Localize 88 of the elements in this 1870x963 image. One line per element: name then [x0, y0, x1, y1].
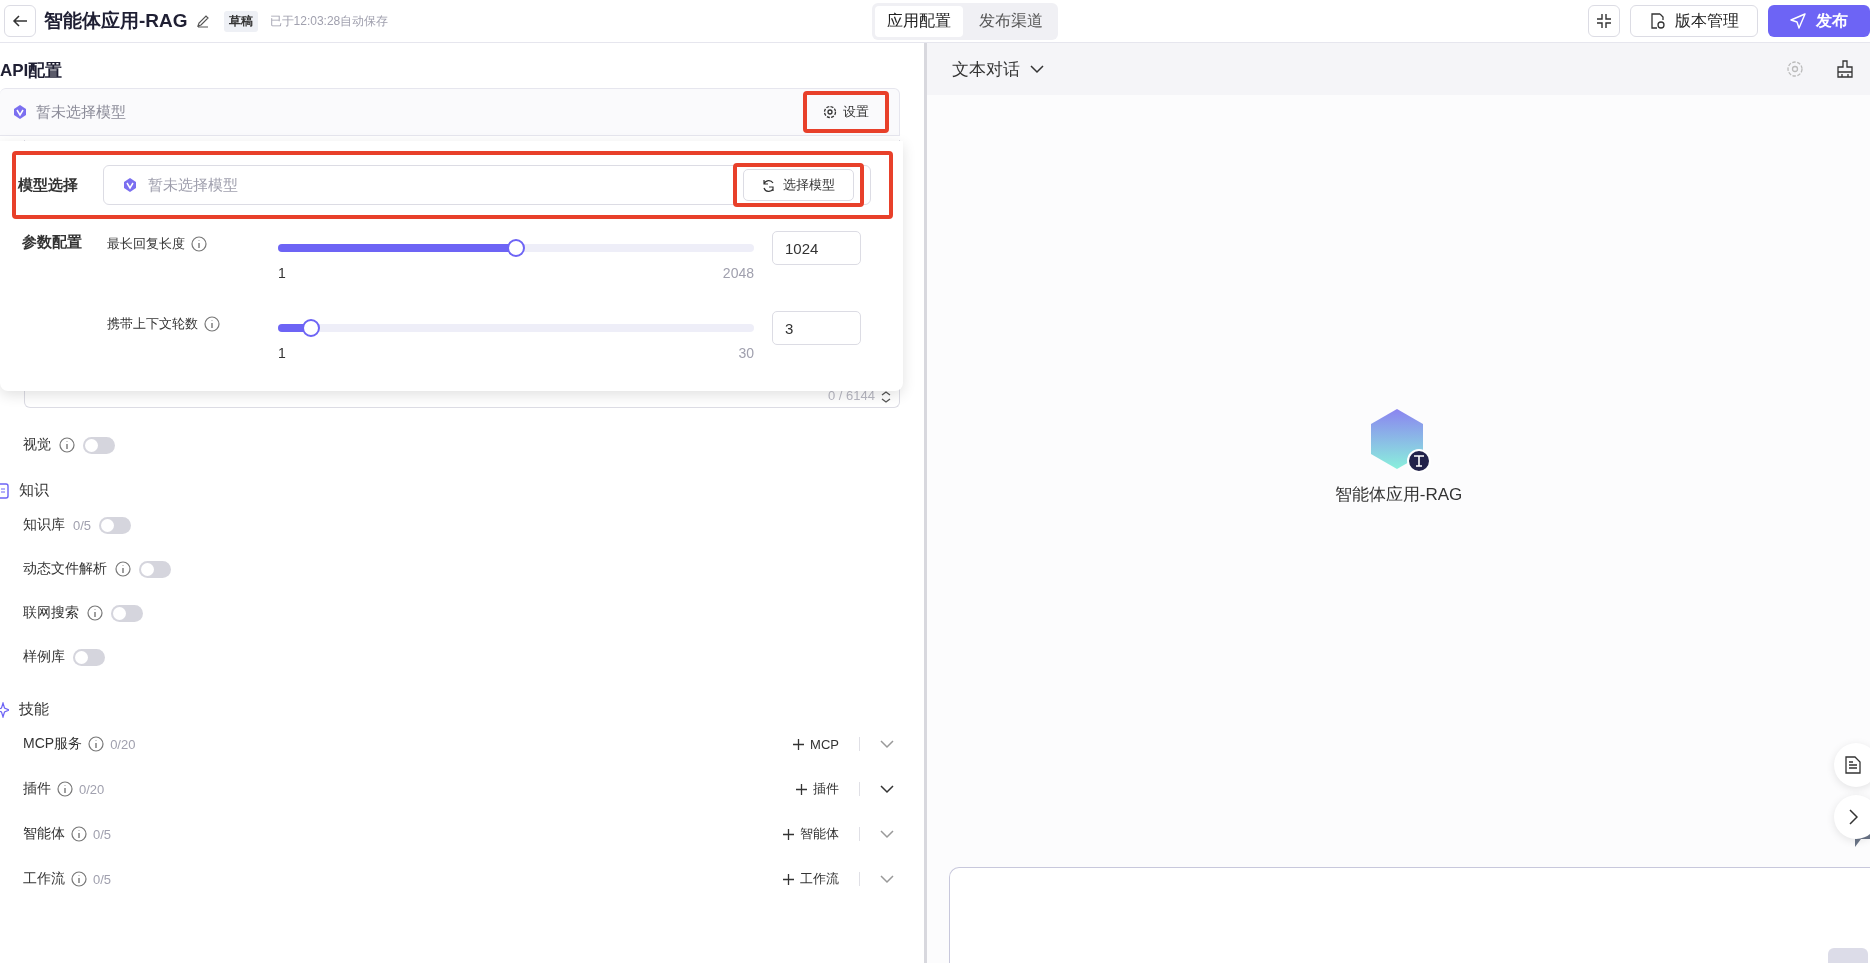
count-label: 0/5: [93, 871, 112, 887]
document-clock-icon: [1649, 13, 1665, 29]
version-management-button[interactable]: 版本管理: [1630, 5, 1758, 37]
slider-track[interactable]: [278, 244, 754, 252]
skill-label: 插件: [23, 780, 51, 798]
toggle-switch[interactable]: [111, 604, 143, 622]
settings-icon: [823, 105, 837, 119]
model-select-field[interactable]: 暂未选择模型 选择模型: [103, 165, 871, 205]
slider-thumb[interactable]: [507, 239, 525, 257]
number-input[interactable]: 3: [772, 311, 861, 345]
mode-dropdown[interactable]: 文本对话: [952, 57, 1020, 81]
chevron-down-icon[interactable]: [880, 784, 894, 794]
info-icon: [57, 781, 73, 797]
tab[interactable]: 应用配置: [875, 5, 964, 37]
slider-thumb[interactable]: [302, 319, 321, 337]
model-logo-icon: [122, 177, 138, 193]
slider-label: 最长回复长度: [107, 235, 185, 253]
field-label: 参数配置: [22, 232, 83, 252]
document-icon: [1845, 756, 1861, 774]
toggle-label: 视觉: [23, 436, 51, 454]
info-icon: [71, 871, 87, 887]
app-title: 智能体应用-RAG: [44, 9, 188, 33]
count-label: 0/20: [110, 736, 136, 752]
chat-input[interactable]: [949, 867, 1870, 963]
edit-icon[interactable]: [195, 14, 210, 28]
slider-label: 携带上下文轮数: [107, 315, 198, 333]
count-label: 0/20: [79, 781, 105, 797]
model-select-field[interactable]: 暂未选择模型 设置: [0, 88, 900, 136]
toggle-label: 动态文件解析: [23, 560, 107, 578]
section-heading: 技能: [19, 700, 49, 719]
add-button[interactable]: MCP: [793, 736, 839, 752]
slider-min: 1: [278, 345, 286, 361]
info-icon: [191, 236, 207, 252]
status-badge: 草稿: [223, 10, 258, 32]
book-icon: [0, 482, 9, 499]
skill-label: MCP服务: [23, 735, 83, 753]
toggle-switch[interactable]: [83, 436, 115, 454]
add-button[interactable]: 智能体: [783, 825, 839, 843]
plus-icon: [783, 828, 794, 840]
info-icon: [88, 736, 105, 752]
select-model-button[interactable]: 选择模型: [743, 169, 854, 201]
toggle-label: 联网搜索: [23, 604, 79, 622]
collapse-icon: [1596, 13, 1612, 29]
broom-icon[interactable]: [1836, 60, 1854, 78]
slider-max: 2048: [722, 265, 754, 281]
model-placeholder: 暂未选择模型: [36, 102, 126, 122]
plus-icon: [793, 738, 805, 750]
stepper-icon: [881, 391, 891, 403]
plus-icon: [783, 873, 794, 885]
slider-track[interactable]: [278, 324, 754, 332]
chevron-right-icon: [1848, 809, 1858, 825]
info-icon: [204, 316, 220, 332]
refresh-icon: [762, 178, 775, 192]
section-title: API配置: [0, 60, 64, 82]
settings-button[interactable]: 设置: [817, 97, 875, 127]
model-placeholder: 暂未选择模型: [148, 175, 238, 195]
document-button[interactable]: [1834, 743, 1870, 787]
model-logo-icon: [12, 104, 28, 120]
plus-icon: [796, 783, 807, 795]
add-button[interactable]: 插件: [796, 780, 839, 798]
toggle-switch[interactable]: [99, 516, 132, 534]
back-arrow-icon: [12, 14, 28, 28]
field-label: 模型选择: [18, 175, 79, 195]
agent-name: 智能体应用-RAG: [1334, 484, 1463, 506]
collapse-button[interactable]: [1588, 5, 1620, 37]
character-counter: 0 / 6144: [828, 388, 875, 403]
toggle-switch[interactable]: [139, 560, 171, 578]
back-button[interactable]: [4, 5, 36, 37]
info-icon: [71, 826, 87, 842]
number-input[interactable]: 1024: [772, 231, 861, 265]
toggle-label: 样例库: [23, 648, 65, 666]
section-heading: 知识: [19, 481, 49, 500]
publish-button[interactable]: 发布: [1768, 5, 1870, 37]
count-label: 0/5: [93, 826, 112, 842]
skill-label: 工作流: [23, 870, 65, 888]
toggle-switch[interactable]: [73, 648, 105, 666]
autosave-status: 已于12:03:28自动保存: [269, 12, 389, 30]
toggle-label: 知识库: [23, 516, 65, 534]
chevron-down-icon: [1030, 64, 1044, 74]
slider-max: 30: [738, 345, 754, 361]
send-icon: [1790, 13, 1806, 29]
sparkle-icon: [0, 701, 9, 718]
expand-panel-button[interactable]: [1834, 795, 1870, 839]
add-button[interactable]: 工作流: [783, 870, 839, 888]
count-label: 0/5: [73, 517, 92, 533]
tab[interactable]: 发布渠道: [967, 5, 1056, 37]
skill-label: 智能体: [23, 825, 65, 843]
slider-min: 1: [278, 265, 286, 281]
